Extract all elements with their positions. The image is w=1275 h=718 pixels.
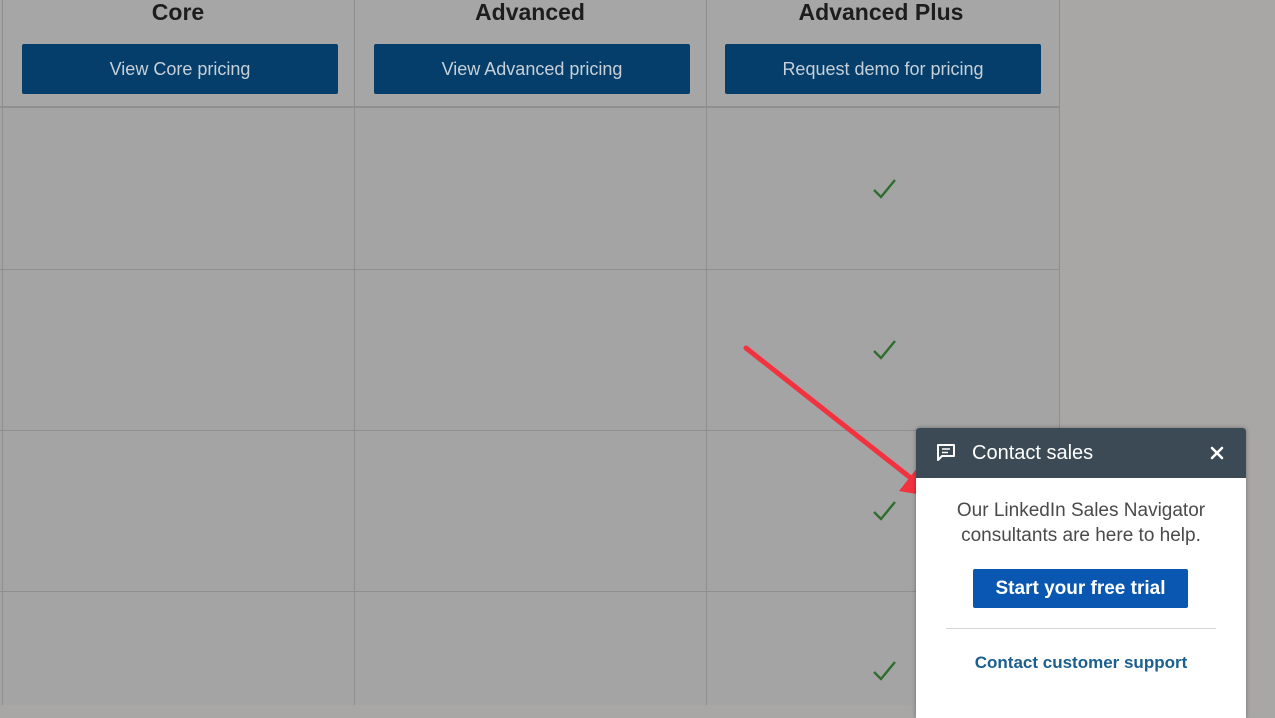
- contact-sales-header: Contact sales: [916, 428, 1246, 478]
- checkmark-icon: [873, 501, 896, 521]
- plan-name-advanced: Advanced: [475, 0, 585, 25]
- plan-name-core: Core: [151, 0, 205, 25]
- column-divider: [2, 0, 3, 705]
- contact-sales-title: Contact sales: [972, 442, 1094, 464]
- column-divider: [354, 0, 355, 705]
- plan-name-advanced-plus: Advanced Plus: [798, 0, 964, 25]
- widget-divider: [946, 628, 1216, 629]
- request-demo-button[interactable]: Request demo for pricing: [725, 44, 1041, 94]
- view-core-pricing-button[interactable]: View Core pricing: [22, 44, 338, 94]
- row-divider: [0, 430, 1060, 431]
- contact-sales-widget: Contact sales Our LinkedIn Sales Navigat…: [916, 428, 1246, 718]
- checkmark-icon: [873, 179, 896, 199]
- column-divider: [706, 0, 707, 705]
- row-divider: [0, 591, 1060, 592]
- chat-bubble-icon: [937, 444, 955, 461]
- contact-customer-support-link[interactable]: Contact customer support: [936, 652, 1226, 674]
- view-advanced-pricing-button[interactable]: View Advanced pricing: [374, 44, 690, 94]
- close-icon[interactable]: [1206, 442, 1228, 464]
- plan-column-advanced: Advanced View Advanced pricing: [354, 0, 706, 108]
- pricing-header-row: Core View Core pricing Advanced View Adv…: [0, 0, 1060, 108]
- checkmark-icon: [873, 661, 896, 681]
- start-free-trial-button[interactable]: Start your free trial: [973, 569, 1188, 608]
- row-divider: [0, 269, 1060, 270]
- contact-sales-message: Our LinkedIn Sales Navigator consultants…: [956, 500, 1206, 546]
- plan-column-advanced-plus: Advanced Plus Request demo for pricing: [705, 0, 1057, 108]
- checkmark-icon: [873, 340, 896, 360]
- plan-column-core: Core View Core pricing: [2, 0, 354, 108]
- pricing-table: Core View Core pricing Advanced View Adv…: [0, 0, 1060, 705]
